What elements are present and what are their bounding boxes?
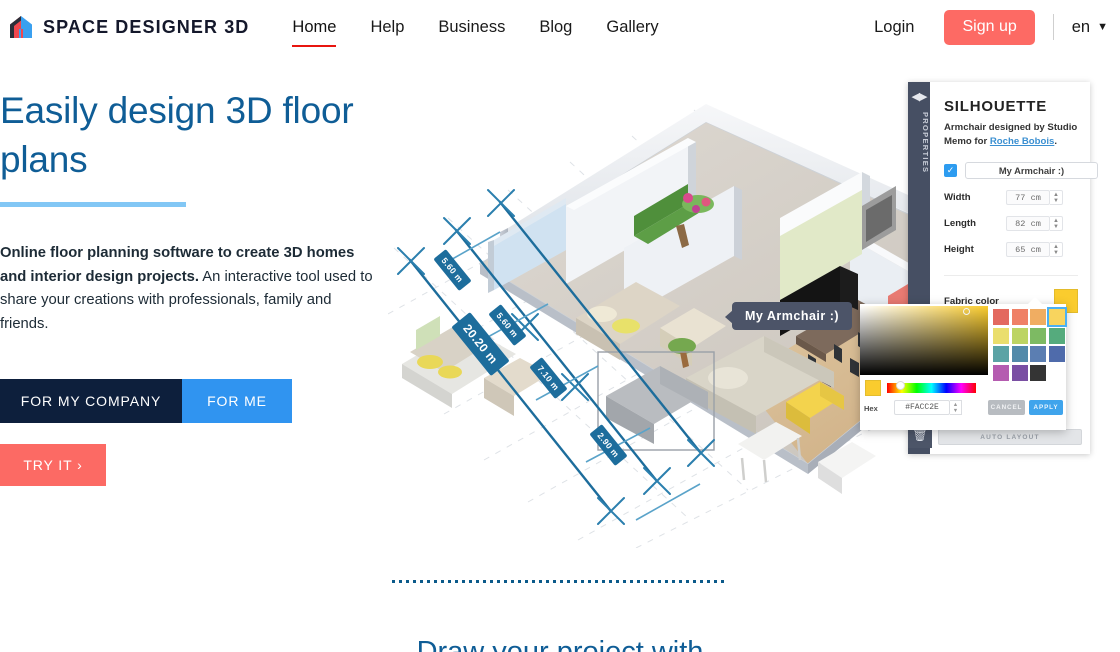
language-label: en: [1071, 17, 1091, 36]
for-my-company-button[interactable]: FOR MY COMPANY: [0, 379, 182, 423]
language-selector[interactable]: en ▼: [1072, 18, 1108, 37]
nav-label-business: Business: [438, 18, 506, 36]
hex-label: Hex: [864, 404, 878, 413]
site-header: SPACE DESIGNER 3D Home Help Business Blo…: [0, 0, 1120, 54]
nav-item-help[interactable]: Help: [353, 11, 421, 43]
hex-input[interactable]: #FACC2E: [894, 400, 950, 415]
preset-swatch[interactable]: [993, 309, 1009, 325]
main-nav: Home Help Business Blog Gallery: [275, 11, 675, 47]
object-name-row: ✓: [944, 162, 1098, 179]
preset-swatch[interactable]: [993, 346, 1009, 362]
header-divider: [1052, 14, 1054, 40]
preset-swatch[interactable]: [1048, 327, 1065, 344]
brand-name: SPACE DESIGNER 3D: [43, 16, 250, 37]
length-row: Length 82 cm ▲ ▼: [944, 216, 1078, 231]
next-section-heading: Draw your project with: [416, 636, 704, 652]
landing-page: SPACE DESIGNER 3D Home Help Business Blo…: [0, 0, 1120, 652]
preset-swatch[interactable]: [1011, 327, 1028, 344]
brand-logo[interactable]: SPACE DESIGNER 3D: [8, 14, 249, 40]
house-logo-icon: [8, 14, 34, 40]
saturation-value-area[interactable]: [860, 306, 988, 375]
nav-label-home: Home: [292, 18, 337, 36]
preset-swatch[interactable]: [1030, 346, 1046, 362]
height-row: Height 65 cm ▲ ▼: [944, 242, 1078, 257]
header-actions: Login Sign up en ▼: [874, 9, 1108, 45]
hero-description: Online floor planning software to create…: [0, 242, 375, 336]
subtitle-post: .: [1054, 136, 1058, 147]
nav-item-business[interactable]: Business: [421, 11, 522, 43]
preset-swatch-grid: [990, 306, 1067, 394]
length-spinner-updown-icon[interactable]: ▲ ▼: [1050, 216, 1063, 231]
preset-swatch[interactable]: [993, 327, 1009, 344]
width-field[interactable]: 77 cm: [1006, 190, 1050, 205]
nav-label-blog: Blog: [539, 18, 573, 36]
properties-tab-label: PROPERTIES: [921, 112, 930, 174]
hue-slider-knob[interactable]: [896, 381, 905, 390]
page-title: Easily design 3D floor plans: [0, 90, 354, 180]
height-spinner-updown-icon[interactable]: ▲ ▼: [1050, 242, 1063, 257]
signup-button[interactable]: Sign up: [944, 9, 1035, 45]
width-label: Width: [944, 192, 971, 203]
nav-item-gallery[interactable]: Gallery: [589, 11, 675, 43]
height-label: Height: [944, 244, 974, 255]
object-tooltip: My Armchair :): [724, 302, 853, 330]
title-underline-rule: [0, 202, 186, 207]
preset-swatch[interactable]: [1030, 364, 1046, 381]
nav-active-underline: [292, 44, 337, 47]
chevron-down-icon: ▼: [1097, 21, 1108, 33]
preset-swatch[interactable]: [1030, 327, 1046, 344]
preset-swatch[interactable]: [1011, 346, 1028, 362]
object-name-input[interactable]: [965, 162, 1098, 179]
width-row: Width 77 cm ▲ ▼: [944, 190, 1078, 205]
color-picker-popup: Hex #FACC2E ▲ ▼ CANCEL APPLY: [860, 297, 1067, 430]
length-label: Length: [944, 218, 976, 229]
preset-swatch[interactable]: [1011, 364, 1028, 381]
check-icon: ✓: [946, 165, 955, 175]
width-spinner-updown-icon[interactable]: ▲ ▼: [1050, 190, 1063, 205]
roche-bobois-link[interactable]: Roche Bobois: [990, 136, 1055, 147]
height-field[interactable]: 65 cm: [1006, 242, 1050, 257]
nav-item-blog[interactable]: Blog: [522, 11, 589, 43]
saturation-cursor[interactable]: [963, 308, 970, 315]
properties-title: SILHOUETTE: [944, 98, 1048, 115]
nav-item-home[interactable]: Home: [275, 11, 353, 47]
preset-swatch[interactable]: [993, 364, 1009, 381]
properties-subtitle: Armchair designed by Studio Memo for Roc…: [944, 121, 1078, 149]
preset-swatch[interactable]: [1048, 346, 1065, 362]
hero-text-block: Easily design 3D floor plans Online floo…: [0, 86, 390, 486]
trash-icon: 🗑: [912, 428, 928, 442]
apply-button[interactable]: APPLY: [1029, 400, 1063, 415]
nav-label-help: Help: [370, 18, 405, 36]
length-field[interactable]: 82 cm: [1006, 216, 1050, 231]
hex-spinner-updown-icon[interactable]: ▲ ▼: [950, 400, 962, 415]
preset-swatch-selected[interactable]: [1046, 307, 1067, 327]
visibility-checkbox[interactable]: ✓: [944, 164, 957, 177]
current-color-preview: [865, 380, 881, 396]
properties-body: SILHOUETTE Armchair designed by Studio M…: [930, 82, 1098, 313]
cancel-button[interactable]: CANCEL: [988, 400, 1025, 415]
try-it-button[interactable]: TRY IT ›: [0, 444, 106, 486]
login-link[interactable]: Login: [874, 18, 914, 37]
collapse-arrows-icon: ◀▶: [911, 91, 928, 103]
preset-swatch[interactable]: [1011, 309, 1028, 325]
nav-label-gallery: Gallery: [606, 18, 659, 36]
for-me-button[interactable]: FOR ME: [182, 379, 292, 423]
preset-swatch[interactable]: [1030, 309, 1046, 325]
cta-row: FOR MY COMPANY FOR ME: [0, 379, 390, 423]
section-divider: [392, 580, 728, 583]
auto-layout-button[interactable]: AUTO LAYOUT: [938, 429, 1082, 445]
